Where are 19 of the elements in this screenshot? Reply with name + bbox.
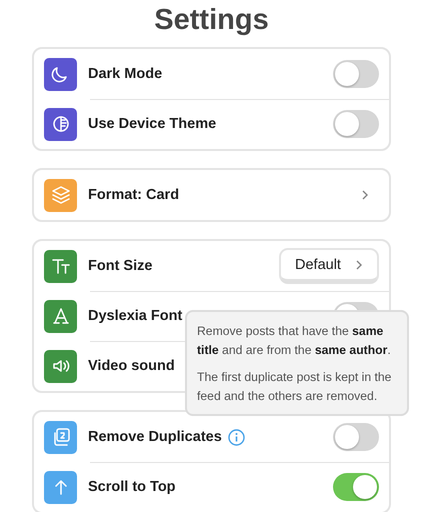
page-title: Settings: [154, 4, 269, 37]
toggle-switch[interactable]: [333, 473, 379, 501]
font-size-select[interactable]: Default: [279, 248, 379, 284]
tooltip-text: Remove posts that have the same title and are from the same author.: [197, 323, 392, 359]
tooltip-text: The first duplicate post is kept in the feed and the others are removed.: [197, 369, 392, 405]
toggle-switch[interactable]: [333, 110, 379, 138]
chevron-icon: [361, 189, 369, 201]
setting-label: Scroll to Top: [88, 479, 176, 495]
chevron-icon: [355, 258, 363, 270]
toggle-switch[interactable]: [333, 60, 379, 88]
setting-label: Remove Duplicates: [88, 429, 222, 445]
toggle-switch[interactable]: [333, 423, 379, 451]
setting-label: Font Size: [88, 258, 152, 274]
setting-label: Use Device Theme: [88, 116, 216, 132]
info-icon[interactable]: [228, 428, 245, 446]
setting-label: Dark Mode: [88, 66, 162, 82]
setting-label: Dyslexia Font: [88, 308, 182, 324]
setting-label: Video sound: [88, 358, 175, 374]
setting-label: Format: Card: [88, 187, 180, 203]
